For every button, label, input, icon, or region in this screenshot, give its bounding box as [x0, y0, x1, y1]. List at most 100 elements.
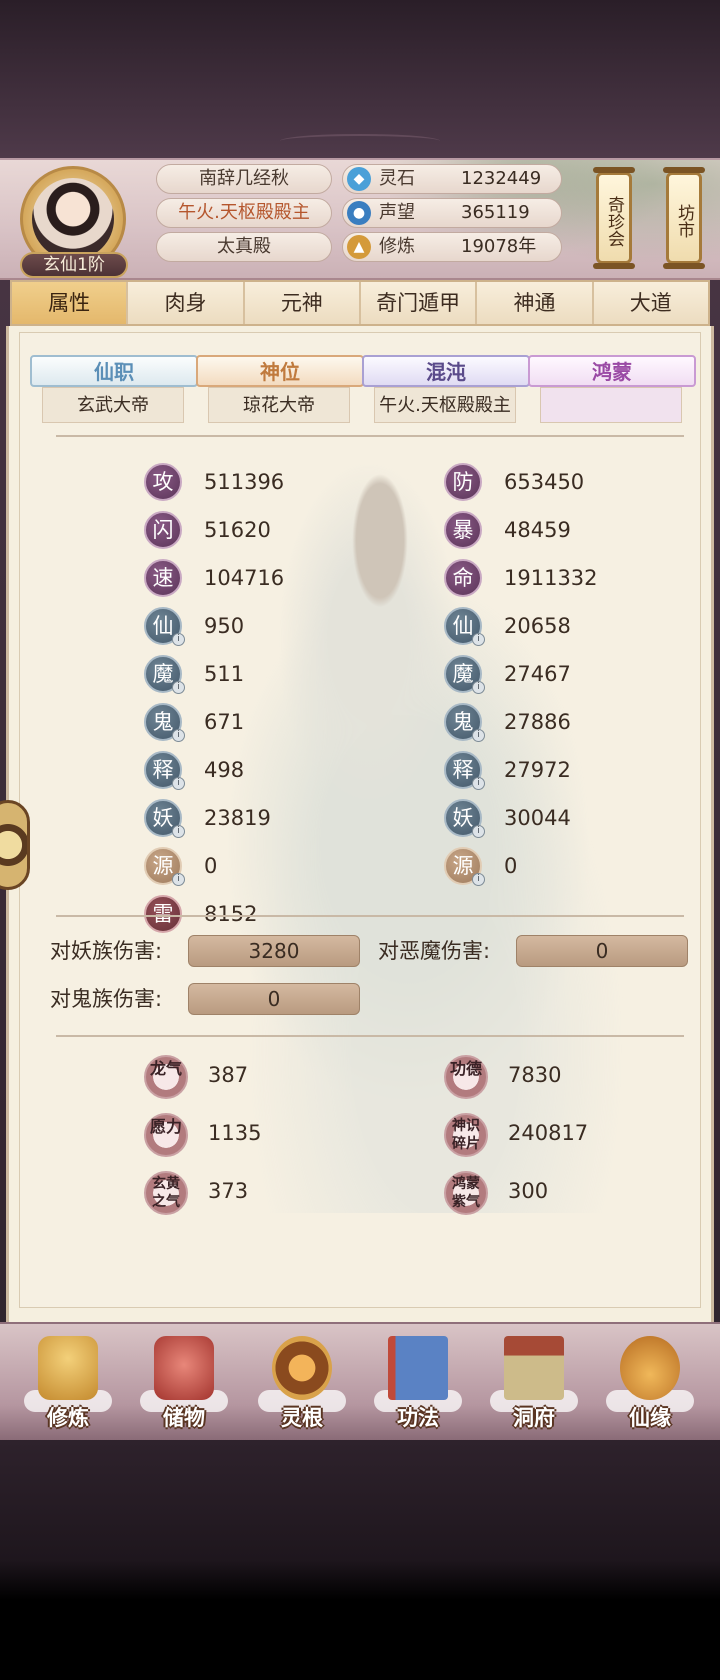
resource-spirit-stone: ◆ 灵石 1232449: [342, 164, 562, 194]
position-value-hongmeng: [540, 387, 682, 423]
nav-techniques[interactable]: 功法: [368, 1332, 468, 1436]
stat-value: 653450: [504, 470, 585, 494]
nav-immortal-fate[interactable]: 仙缘: [600, 1332, 700, 1436]
stat-info-icon: i: [172, 729, 185, 742]
stat-value: 0: [504, 854, 518, 878]
top-ornament: [280, 134, 440, 148]
resource-prestige: ● 声望 365119: [342, 198, 562, 228]
tab-dao[interactable]: 大道: [593, 282, 708, 324]
xuanhuang-qi-value: 373: [208, 1179, 249, 1203]
stat-row: 鬼 i 27886: [444, 703, 684, 743]
stat-row: 源i0: [144, 847, 384, 887]
stat-value: 48459: [504, 518, 571, 542]
stat-value: 0: [204, 854, 218, 878]
treasure-fair-button[interactable]: 奇珍会: [593, 167, 635, 269]
stat-value: 511396: [204, 470, 285, 494]
stat-info-icon: i: [472, 825, 485, 838]
stat-value: 27467: [504, 662, 571, 686]
tab-soul[interactable]: 元神: [244, 282, 361, 324]
book-icon: [388, 1336, 448, 1400]
player-name: 南辞几经秋: [156, 164, 332, 194]
position-title-xianzhi: 仙职: [30, 355, 198, 387]
position-value-shenwei: 琼花大帝: [208, 387, 350, 423]
stat-info-icon: i: [172, 825, 185, 838]
tab-body[interactable]: 肉身: [128, 282, 245, 324]
stat-icon: 闪: [144, 511, 182, 549]
tab-attributes[interactable]: 属性: [12, 282, 129, 324]
stat-row: 防 653450: [444, 463, 684, 503]
side-drawer-handle[interactable]: [0, 800, 30, 890]
stat-row: 鬼 i 671: [144, 703, 384, 743]
stat-value: 8152: [204, 902, 258, 926]
stat-info-icon: i: [172, 777, 185, 790]
gourd-icon: [620, 1336, 680, 1400]
spirit-stone-icon: ◆: [347, 167, 371, 191]
nav-cave-house[interactable]: 洞府: [484, 1332, 584, 1436]
stat-value: 671: [204, 710, 245, 734]
tab-powers[interactable]: 神通: [477, 282, 594, 324]
stat-value: 27886: [504, 710, 571, 734]
stat-row: 魔 i 511: [144, 655, 384, 695]
wish-power-value: 1135: [208, 1121, 262, 1145]
divider: [56, 1035, 684, 1037]
stat-value: 1911332: [504, 566, 598, 590]
character-header: 玄仙1阶 南辞几经秋 午火.天枢殿殿主 太真殿 ◆ 灵石 1232449 ● 声…: [0, 158, 720, 280]
stat-row: 妖 i 30044: [444, 799, 684, 839]
nav-cultivate[interactable]: 修炼: [18, 1332, 118, 1436]
stat-info-icon: i: [172, 681, 185, 694]
stat-row: 攻 511396: [144, 463, 384, 503]
nav-storage[interactable]: 储物: [134, 1332, 234, 1436]
stat-icon: 速: [144, 559, 182, 597]
screen-bottom-bar: [0, 1600, 720, 1680]
divider: [56, 435, 684, 437]
attributes-panel-inner: 仙职 神位 混沌 鸿蒙 玄武大帝 琼花大帝 午火.天枢殿殿主 攻 511396 闪 5…: [19, 332, 701, 1308]
soul-fragment-value: 240817: [508, 1121, 589, 1145]
dragon-qi-value: 387: [208, 1063, 249, 1087]
stat-row: 闪 51620: [144, 511, 384, 551]
prestige-icon: ●: [347, 201, 371, 225]
monk-icon: [38, 1336, 98, 1400]
spirit-root-icon: [272, 1336, 332, 1400]
market-button[interactable]: 坊市: [663, 167, 705, 269]
tab-qimen[interactable]: 奇门遁甲: [360, 282, 478, 324]
cave-house-icon: [504, 1336, 564, 1400]
position-value-hundun: 午火.天枢殿殿主: [374, 387, 516, 423]
nav-spirit-root[interactable]: 灵根: [252, 1332, 352, 1436]
stat-value: 498: [204, 758, 245, 782]
bottom-nav: 修炼 储物 灵根 功法 洞府 仙缘: [0, 1322, 720, 1440]
stat-row: 速 104716: [144, 559, 384, 599]
stat-row: 源i0: [444, 847, 684, 887]
xuanhuang-qi-icon: 玄黄之气: [144, 1171, 188, 1215]
stat-row: 魔 i 27467: [444, 655, 684, 695]
stat-icon: 命: [444, 559, 482, 597]
stat-value: 27972: [504, 758, 571, 782]
stat-row: 释 i 498: [144, 751, 384, 791]
dragon-qi-icon: 龙气: [144, 1055, 188, 1099]
stat-icon: 攻: [144, 463, 182, 501]
position-title-hongmeng: 鸿蒙: [528, 355, 696, 387]
stat-row: 妖 i 23819: [144, 799, 384, 839]
tab-bar: 属性 肉身 元神 奇门遁甲 神通 大道: [10, 280, 710, 326]
stat-row: 仙 i 950: [144, 607, 384, 647]
damage-vs-demon-race-value: 3280: [188, 935, 360, 967]
attributes-panel: 仙职 神位 混沌 鸿蒙 玄武大帝 琼花大帝 午火.天枢殿殿主 攻 511396 闪 5…: [6, 326, 714, 1326]
damage-vs-ghost-value: 0: [188, 983, 360, 1015]
stat-info-icon: i: [472, 681, 485, 694]
hongmeng-purple-qi-icon: 鸿蒙紫气: [444, 1171, 488, 1215]
stat-value: 20658: [504, 614, 571, 638]
stat-value: 23819: [204, 806, 271, 830]
stat-value: 51620: [204, 518, 271, 542]
stat-value: 104716: [204, 566, 285, 590]
resource-cultivation: ▲ 修炼 19078年: [342, 232, 562, 262]
hongmeng-purple-qi-value: 300: [508, 1179, 549, 1203]
player-title: 午火.天枢殿殿主: [156, 198, 332, 228]
stat-row: 仙 i 20658: [444, 607, 684, 647]
divider: [56, 915, 684, 917]
wish-power-icon: 愿力: [144, 1113, 188, 1157]
stat-value: 950: [204, 614, 245, 638]
damage-vs-devil-value: 0: [516, 935, 688, 967]
position-title-hundun: 混沌: [362, 355, 530, 387]
damage-vs-demon-race-label: 对妖族伤害:: [50, 939, 163, 963]
stat-info-icon: i: [472, 873, 485, 886]
merit-icon: 功德: [444, 1055, 488, 1099]
